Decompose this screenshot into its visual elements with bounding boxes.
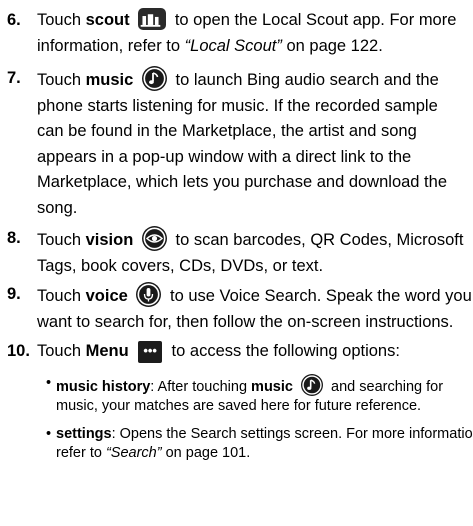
- manual-page: 6. Touch scout to open the Local Scout a…: [0, 0, 473, 526]
- step-number: 6.: [7, 11, 21, 29]
- step-body: Touch scout to open the Local Scout app.…: [37, 8, 465, 59]
- text: : Opens the Search settings screen. For …: [111, 426, 473, 442]
- text: on page 122.: [281, 36, 383, 55]
- step-line: phone starts listening for music. If the…: [37, 96, 438, 115]
- text: refer to: [56, 444, 106, 461]
- step-line: appears in a pop-up window with a direct…: [37, 147, 412, 166]
- ui-term: voice: [85, 287, 128, 305]
- music-icon: [141, 66, 167, 91]
- text: : After touching: [150, 379, 252, 395]
- ui-term: music history: [56, 379, 151, 395]
- ui-term: Menu: [85, 342, 129, 360]
- step-line: can be found in the Marketplace, the art…: [37, 122, 417, 140]
- voice-icon: [136, 282, 162, 307]
- text: Touch: [37, 71, 86, 89]
- step-number: 10.: [7, 342, 30, 360]
- cross-reference: “Search”: [105, 444, 162, 461]
- vision-icon: [141, 226, 167, 251]
- ui-term: settings: [56, 426, 112, 442]
- bullet-line: settings: Opens the Search settings scre…: [56, 425, 473, 444]
- text: Touch: [37, 342, 86, 360]
- step-body: Touch voice to use Voice Search. Speak t…: [37, 282, 472, 335]
- text: to use Voice Search. Speak the word you: [165, 287, 472, 305]
- step-line: Touch music to launch Bing audio search …: [37, 66, 465, 94]
- bullet-body: settings: Opens the Search settings scre…: [56, 425, 473, 463]
- step-body: Touch vision to scan barcodes, QR Codes,…: [37, 226, 465, 279]
- step-number: 9.: [7, 285, 21, 303]
- bullet-line: music history: After touching music and …: [56, 374, 467, 397]
- step-line: Touch voice to use Voice Search. Speak t…: [37, 282, 472, 310]
- text: information, refer to: [37, 36, 185, 55]
- step-line: want to search for, then follow the on-s…: [37, 312, 454, 331]
- text: to launch Bing audio search and the: [170, 71, 439, 89]
- ui-term: music: [251, 379, 293, 395]
- step-number: 7.: [7, 69, 21, 87]
- bullet-body: music history: After touching music and …: [56, 374, 467, 415]
- ui-term: vision: [85, 231, 134, 249]
- step-line: Marketplace, which lets you purchase and…: [37, 173, 447, 191]
- bullet-line: music, your matches are saved here for f…: [56, 397, 422, 414]
- bullet-icon: •: [46, 375, 52, 391]
- step-line: information, refer to “Local Scout” on p…: [37, 34, 465, 60]
- music-icon: [301, 374, 323, 396]
- scout-icon: [138, 8, 167, 30]
- text: Touch: [37, 231, 86, 249]
- ui-term: music: [85, 71, 134, 89]
- step-body: Touch Menu ••• to access the following o…: [37, 339, 465, 365]
- text: to open the Local Scout app. For more: [170, 11, 457, 29]
- step-line: Touch vision to scan barcodes, QR Codes,…: [37, 226, 465, 254]
- text: and searching for: [327, 379, 444, 395]
- step-line: Tags, book covers, CDs, DVDs, or text.: [37, 256, 324, 275]
- step-line: Touch Menu ••• to access the following o…: [37, 339, 465, 365]
- ui-term: scout: [85, 11, 130, 29]
- step-body: Touch music to launch Bing audio search …: [37, 66, 465, 221]
- text: on page 101.: [161, 444, 251, 461]
- bullet-icon: •: [46, 426, 52, 442]
- menu-dots-icon: •••: [138, 341, 162, 363]
- text: Touch: [37, 287, 86, 305]
- step-number: 8.: [7, 229, 21, 247]
- text: to scan barcodes, QR Codes, Microsoft: [170, 231, 464, 249]
- text: Touch: [37, 11, 86, 29]
- text: to access the following options:: [166, 342, 400, 360]
- bullet-line: refer to “Search” on page 101.: [56, 444, 467, 463]
- step-line: song.: [37, 198, 78, 217]
- step-line: Touch scout to open the Local Scout app.…: [37, 8, 465, 34]
- cross-reference: “Local Scout”: [184, 36, 282, 55]
